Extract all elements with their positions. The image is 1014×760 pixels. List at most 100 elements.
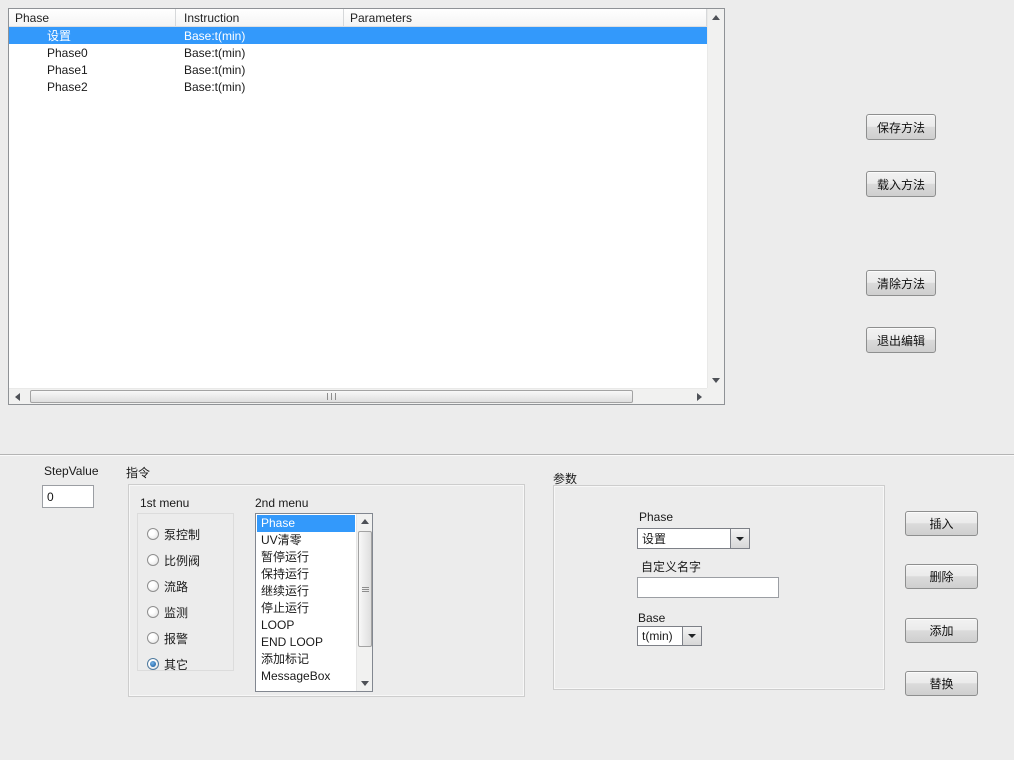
table-row[interactable]: Phase2 Base:t(min) (9, 78, 707, 95)
cell-phase: Phase2 (9, 78, 176, 95)
arrow-right-icon (697, 393, 702, 401)
table-row[interactable]: Phase1 Base:t(min) (9, 61, 707, 78)
panel-divider (0, 454, 1014, 455)
first-menu-radio-group: 泵控制 比例阀 流路 监测 报警 其它 (137, 513, 234, 671)
arrow-up-icon (712, 15, 720, 20)
list-item[interactable]: 暂停运行 (257, 549, 355, 566)
cell-parameters (344, 27, 707, 44)
replace-button[interactable]: 替换 (905, 671, 978, 696)
custom-name-input[interactable] (637, 577, 779, 598)
radio-icon (147, 580, 159, 592)
arrow-up-icon (361, 519, 369, 524)
scroll-down-button[interactable] (357, 676, 372, 691)
scroll-up-button[interactable] (708, 9, 724, 25)
table-row[interactable]: Phase0 Base:t(min) (9, 44, 707, 61)
radio-icon (147, 632, 159, 644)
radio-icon (147, 554, 159, 566)
radio-label: 流路 (164, 578, 188, 595)
phase-combo-value: 设置 (638, 529, 730, 548)
cell-phase: 设置 (9, 27, 176, 44)
radio-other[interactable]: 其它 (138, 651, 233, 677)
radio-label: 比例阀 (164, 552, 200, 569)
method-editor-window: { "colors": { "background": "#ececec", "… (0, 0, 1014, 760)
arrow-down-icon (361, 681, 369, 686)
scroll-right-button[interactable] (691, 389, 707, 404)
radio-flow-path[interactable]: 流路 (138, 573, 233, 599)
column-header-instruction[interactable]: Instruction (176, 9, 344, 26)
listbox-scrollbar[interactable] (356, 514, 372, 691)
scrollbar-corner (707, 388, 724, 404)
column-header-phase-label: Phase (15, 11, 49, 25)
radio-label: 其它 (164, 656, 188, 673)
table-header: Phase Instruction Parameters (9, 9, 707, 27)
add-button[interactable]: 添加 (905, 618, 978, 643)
horizontal-scroll-thumb[interactable] (30, 390, 633, 403)
radio-proportional-valve[interactable]: 比例阀 (138, 547, 233, 573)
table-row[interactable]: 设置 Base:t(min) (9, 27, 707, 44)
phase-combobox[interactable]: 设置 (637, 528, 750, 549)
save-method-button[interactable]: 保存方法 (866, 114, 936, 140)
vertical-scroll-thumb[interactable] (358, 531, 372, 647)
radio-icon (147, 606, 159, 618)
scroll-down-button[interactable] (708, 372, 724, 388)
column-header-parameters[interactable]: Parameters (344, 9, 707, 26)
step-value-input[interactable] (42, 485, 94, 508)
instruction-group-label: 指令 (126, 464, 150, 481)
scroll-up-button[interactable] (357, 514, 372, 529)
vertical-scrollbar[interactable] (707, 9, 724, 388)
radio-pump-control[interactable]: 泵控制 (138, 521, 233, 547)
list-item[interactable]: LOOP (257, 617, 355, 634)
base-combo-label: Base (638, 611, 665, 625)
cell-instruction: Base:t(min) (176, 61, 344, 78)
base-combobox[interactable]: t(min) (637, 626, 702, 646)
radio-alarm[interactable]: 报警 (138, 625, 233, 651)
clear-method-button[interactable]: 清除方法 (866, 270, 936, 296)
list-item[interactable]: 继续运行 (257, 583, 355, 600)
list-item[interactable]: 添加标记 (257, 651, 355, 668)
list-item[interactable]: UV清零 (257, 532, 355, 549)
column-header-phase[interactable]: Phase (9, 9, 176, 26)
column-header-parameters-label: Parameters (350, 11, 412, 25)
arrow-left-icon (15, 393, 20, 401)
first-menu-label: 1st menu (140, 496, 189, 510)
table-body: 设置 Base:t(min) Phase0 Base:t(min) Phase1… (9, 27, 707, 388)
chevron-down-icon (688, 634, 696, 638)
cell-parameters (344, 44, 707, 61)
method-step-table: Phase Instruction Parameters 设置 Base:t(m… (8, 8, 725, 405)
cell-parameters (344, 61, 707, 78)
step-value-label: StepValue (44, 464, 99, 478)
second-menu-label: 2nd menu (255, 496, 308, 510)
cell-instruction: Base:t(min) (176, 27, 344, 44)
thumb-grip-icon (362, 587, 369, 592)
radio-label: 监测 (164, 604, 188, 621)
listbox-items: Phase UV清零 暂停运行 保持运行 继续运行 停止运行 LOOP END … (257, 515, 355, 690)
horizontal-scrollbar[interactable] (9, 388, 707, 404)
arrow-down-icon (712, 378, 720, 383)
insert-button[interactable]: 插入 (905, 511, 978, 536)
chevron-down-icon (736, 537, 744, 541)
exit-edit-button[interactable]: 退出编辑 (866, 327, 936, 353)
delete-button[interactable]: 删除 (905, 564, 978, 589)
list-item[interactable]: 保持运行 (257, 566, 355, 583)
phase-combo-label: Phase (639, 510, 673, 524)
radio-checked-icon (147, 658, 159, 670)
column-header-instruction-label: Instruction (184, 11, 239, 25)
cell-instruction: Base:t(min) (176, 44, 344, 61)
base-combo-dropdown-button[interactable] (682, 627, 701, 645)
thumb-grip-icon (326, 393, 337, 400)
list-item[interactable]: END LOOP (257, 634, 355, 651)
radio-monitor[interactable]: 监测 (138, 599, 233, 625)
cell-parameters (344, 78, 707, 95)
list-item[interactable]: 停止运行 (257, 600, 355, 617)
load-method-button[interactable]: 载入方法 (866, 171, 936, 197)
cell-phase: Phase0 (9, 44, 176, 61)
radio-label: 泵控制 (164, 526, 200, 543)
base-combo-value: t(min) (638, 627, 682, 645)
cell-phase: Phase1 (9, 61, 176, 78)
custom-name-label: 自定义名字 (641, 558, 701, 575)
cell-instruction: Base:t(min) (176, 78, 344, 95)
phase-combo-dropdown-button[interactable] (730, 529, 749, 548)
list-item[interactable]: Phase (257, 515, 355, 532)
list-item[interactable]: MessageBox (257, 668, 355, 685)
scroll-left-button[interactable] (9, 389, 25, 404)
